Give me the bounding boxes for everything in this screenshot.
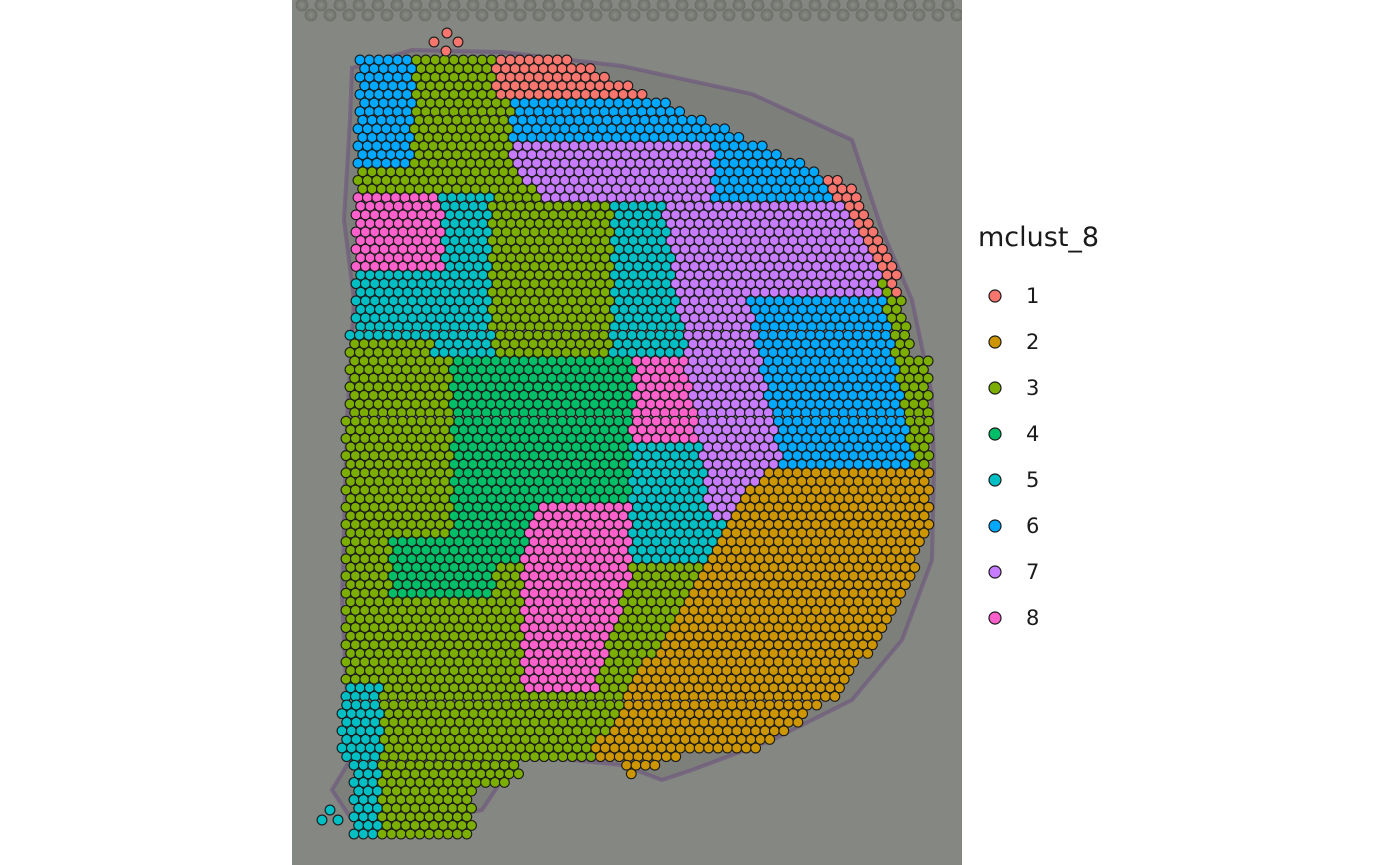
legend-item-8: 8 [976,595,1176,641]
spot [440,45,452,57]
legend-items: 1 2 3 4 5 6 7 8 [976,273,1176,641]
spot [764,733,776,745]
legend-label-8: 8 [1026,606,1040,630]
legend-label-4: 4 [1026,422,1040,446]
spot [489,776,501,788]
spot [498,776,510,788]
spot [404,828,416,840]
spot [693,742,705,754]
spot [684,742,696,754]
spot [792,716,804,728]
legend-title: mclust_8 [978,222,1100,253]
spot [386,828,398,840]
spot [376,828,388,840]
legend: mclust_8 1 2 3 4 5 6 7 8 [976,222,1176,641]
legend-key-5 [976,465,1014,495]
spot [660,751,672,763]
spot [819,690,831,702]
spot [452,36,464,48]
spot [731,742,743,754]
spot [538,751,550,763]
spot [778,725,790,737]
spot [811,699,823,711]
legend-label-2: 2 [1026,330,1040,354]
spot [613,751,625,763]
legend-key-8 [976,603,1014,633]
spot [529,751,541,763]
legend-label-6: 6 [1026,514,1040,538]
spot [332,814,344,826]
spot [625,768,637,780]
spot [428,36,440,48]
spot [712,742,724,754]
spot [639,759,651,771]
spot [357,828,369,840]
spot [480,776,492,788]
spot [451,828,463,840]
spot [341,751,353,763]
legend-key-1 [976,281,1014,311]
legend-item-4: 4 [976,411,1176,457]
legend-key-6 [976,511,1014,541]
spot [862,647,874,659]
legend-item-3: 3 [976,365,1176,411]
spot [414,828,426,840]
legend-key-3 [976,373,1014,403]
spot [324,804,336,816]
spot [519,751,531,763]
spot [604,751,616,763]
legend-key-7 [976,557,1014,587]
spot [566,751,578,763]
spot [703,742,715,754]
spot [513,768,524,780]
plot-panel [292,0,962,865]
spot [395,828,407,840]
spot [740,742,752,754]
spot [750,742,762,754]
legend-key-4 [976,419,1014,449]
legend-item-2: 2 [976,319,1176,365]
spot [461,828,473,840]
legend-item-6: 6 [976,503,1176,549]
legend-label-7: 7 [1026,560,1040,584]
spot [367,828,379,840]
legend-key-2 [976,327,1014,357]
legend-item-5: 5 [976,457,1176,503]
legend-item-7: 7 [976,549,1176,595]
spot [423,828,435,840]
spot [670,751,682,763]
legend-label-5: 5 [1026,468,1040,492]
legend-item-1: 1 [976,273,1176,319]
spot [441,27,453,39]
spot [649,759,661,771]
spot [557,751,569,763]
spot [348,828,360,840]
spot [721,742,733,754]
spot [595,751,606,763]
spot [576,751,588,763]
spot [548,751,559,763]
spot [433,828,445,840]
legend-label-3: 3 [1026,376,1040,400]
spot [442,828,454,840]
spatial-cluster-plot [292,0,962,865]
legend-label-1: 1 [1026,284,1040,308]
spot [316,814,328,826]
spot [585,751,597,763]
spot [829,690,841,702]
